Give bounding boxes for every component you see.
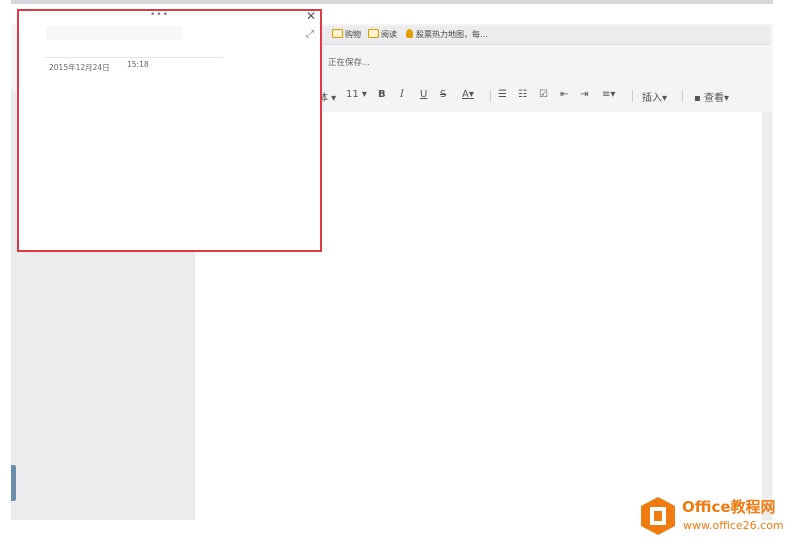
- numbered-list-icon[interactable]: ☰: [498, 89, 507, 100]
- office-logo-icon: [641, 497, 675, 535]
- bold-button[interactable]: B: [378, 89, 386, 100]
- format-toolbar: 体 ▾ 11 ▾ B I U S A▾ ☰ ☷ ☑ ⇤ ⇥ ≡▾ 插入▾ ▪ 查…: [312, 80, 762, 112]
- bookmark-shopping[interactable]: 购物: [332, 29, 361, 40]
- strikethrough-button[interactable]: S: [440, 89, 446, 100]
- font-color-value: A: [462, 89, 469, 100]
- font-size-select[interactable]: 11 ▾: [346, 89, 367, 100]
- view-label: 查看: [703, 93, 724, 104]
- expand-icon[interactable]: ⤢: [306, 29, 314, 40]
- underline-button[interactable]: U: [420, 89, 427, 100]
- font-size-value: 11: [346, 89, 359, 100]
- folder-icon: [368, 29, 379, 38]
- bookmark-stock-map[interactable]: 股票热力地图，每...: [406, 29, 488, 40]
- more-options-icon[interactable]: •••: [150, 10, 169, 20]
- insert-menu[interactable]: 插入▾: [642, 89, 667, 104]
- toolbar-divider: [490, 90, 491, 102]
- bookmark-label: 购物: [345, 30, 361, 39]
- bookmark-bar: 购物 阅读 股票热力地图，每...: [320, 26, 770, 45]
- bookmark-reading[interactable]: 阅读: [368, 29, 397, 40]
- font-color-button[interactable]: A▾: [462, 89, 474, 100]
- toolbar-divider: [682, 90, 683, 102]
- align-icon[interactable]: ≡▾: [602, 89, 615, 100]
- checklist-icon[interactable]: ☑: [539, 89, 548, 100]
- watermark-url: www.office26.com: [683, 519, 784, 532]
- italic-button[interactable]: I: [400, 89, 404, 100]
- indent-icon[interactable]: ⇥: [580, 89, 588, 100]
- folder-icon: [332, 29, 343, 38]
- bookmark-label: 股票热力地图，每...: [416, 30, 488, 39]
- floating-note-window: [17, 9, 322, 252]
- toolbar-divider: [632, 90, 633, 102]
- bullet-list-icon[interactable]: ☷: [518, 89, 527, 100]
- sidebar: [11, 250, 194, 520]
- outdent-icon[interactable]: ⇤: [560, 89, 568, 100]
- saving-status: 正在保存...: [328, 58, 371, 68]
- note-date: 2015年12月24日: [49, 63, 110, 72]
- note-divider: [45, 57, 223, 58]
- insert-label: 插入: [642, 93, 662, 104]
- editor-scroll-edge: [762, 112, 772, 520]
- close-icon[interactable]: ✕: [306, 9, 316, 23]
- note-time: 15:18: [127, 60, 149, 69]
- fire-icon: [406, 29, 413, 38]
- view-menu[interactable]: ▪ 查看▾: [694, 89, 729, 104]
- note-title-field[interactable]: [46, 26, 182, 40]
- watermark-brand: Office教程网: [682, 498, 776, 516]
- bookmark-label: 阅读: [381, 30, 397, 39]
- side-collapse-tab[interactable]: [11, 465, 16, 501]
- comment-icon: ▪: [694, 93, 701, 104]
